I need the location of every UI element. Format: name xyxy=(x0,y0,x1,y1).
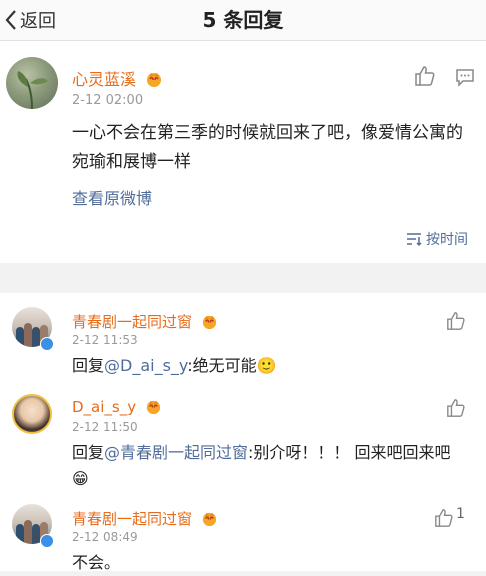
reply-text: 回复@D_ai_s_y:绝无可能🙂 xyxy=(72,353,452,379)
mention-link[interactable]: @青春剧一起同过窗 xyxy=(104,443,248,462)
post-time: 2-12 02:00 xyxy=(72,93,144,108)
reply-text: 不会。 xyxy=(72,553,121,572)
reply-item: 青春剧一起同过窗 2-12 08:49 不会。 1 xyxy=(0,490,486,572)
username[interactable]: 青春剧一起同过窗 xyxy=(72,508,218,529)
vip-crown-icon xyxy=(202,512,216,527)
comment-icon[interactable] xyxy=(455,67,475,87)
vip-crown-icon xyxy=(146,400,161,415)
thumbs-up-icon[interactable] xyxy=(446,311,466,331)
comment-text: 一心不会在第三季的时候就回来了吧，像爱情公寓的宛瑜和展博一样 xyxy=(72,123,463,172)
reply-item: D_ai_s_y 2-12 11:50 回复@青春剧一起同过窗:别介呀！！！ 回… xyxy=(0,380,486,490)
thumbs-up-icon[interactable] xyxy=(446,398,466,418)
smile-emoji-icon: 🙂 xyxy=(256,356,277,375)
view-original-link[interactable]: 查看原微博 xyxy=(72,185,152,209)
sort-label: 按时间 xyxy=(426,232,468,248)
reply-time: 2-12 08:49 xyxy=(72,530,138,544)
sort-icon xyxy=(407,233,422,247)
reply-body: :绝无可能 xyxy=(187,356,257,375)
username-text: 青春剧一起同过窗 xyxy=(72,313,193,331)
username-text: 青春剧一起同过窗 xyxy=(72,510,193,528)
grin-emoji-icon: 😁 xyxy=(72,469,89,488)
verified-badge-icon xyxy=(40,337,54,351)
vip-crown-icon xyxy=(202,315,216,330)
username-text: D_ai_s_y xyxy=(72,398,137,416)
top-bar: 返回 5 条回复 xyxy=(0,0,486,41)
sort-by-time-button[interactable]: 按时间 xyxy=(406,229,468,249)
page-title: 5 条回复 xyxy=(202,8,284,32)
avatar[interactable] xyxy=(6,57,58,109)
username[interactable]: D_ai_s_y xyxy=(72,398,162,416)
reply-text: 回复@青春剧一起同过窗:别介呀！！！ 回来吧回来吧 😁 xyxy=(72,440,452,492)
reply-prefix: 回复 xyxy=(72,443,105,462)
verified-badge-icon xyxy=(40,534,54,548)
section-divider xyxy=(0,263,486,293)
like-count: 1 xyxy=(456,506,465,522)
reply-time: 2-12 11:53 xyxy=(72,333,138,347)
reply-body: :别介呀！！！ 回来吧回来吧 xyxy=(248,443,451,462)
main-comment-card: 心灵蓝溪 2-12 02:00 一心不会在第三季的时候就回来了吧，像爱情公寓的宛… xyxy=(0,41,486,263)
reply-item: 青春剧一起同过窗 2-12 11:53 回复@D_ai_s_y:绝无可能🙂 xyxy=(0,293,486,380)
username[interactable]: 青春剧一起同过窗 xyxy=(72,311,218,332)
plant-photo-icon xyxy=(17,71,48,109)
back-button[interactable]: 返回 xyxy=(0,0,56,40)
avatar[interactable] xyxy=(12,394,52,434)
vip-crown-icon xyxy=(147,73,162,87)
thumbs-up-icon[interactable] xyxy=(434,508,454,528)
username-text: 心灵蓝溪 xyxy=(72,70,137,89)
back-label: 返回 xyxy=(20,11,56,32)
chevron-left-icon xyxy=(5,10,16,30)
reply-time: 2-12 11:50 xyxy=(72,420,138,434)
thumbs-up-icon[interactable] xyxy=(414,65,436,87)
mention-link[interactable]: @D_ai_s_y xyxy=(104,356,187,375)
username[interactable]: 心灵蓝溪 xyxy=(72,66,163,90)
reply-prefix: 回复 xyxy=(72,356,105,375)
